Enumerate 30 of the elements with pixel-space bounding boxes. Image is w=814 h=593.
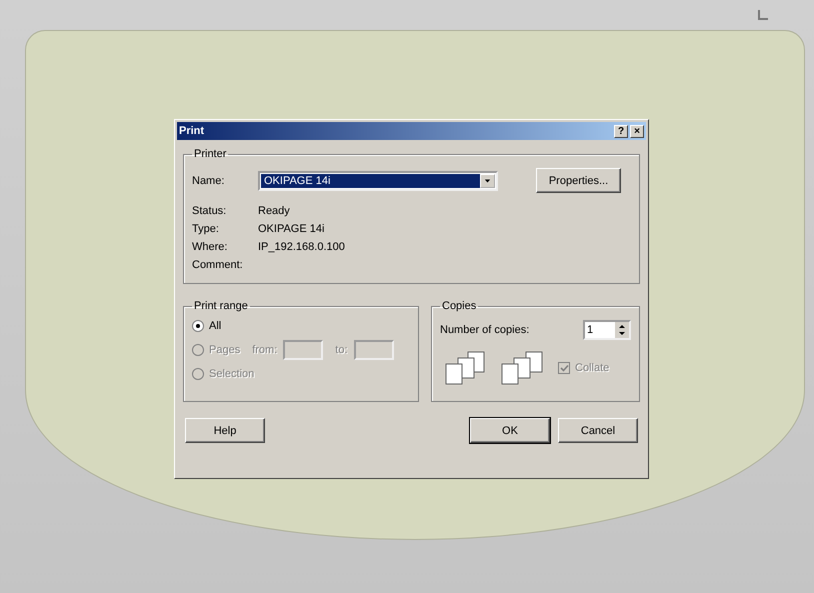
field-label: Number of copies: <box>440 324 530 336</box>
checkbox-label: Collate <box>575 362 610 374</box>
dialog-button[interactable]: Cancel <box>558 418 638 443</box>
dialog-button[interactable]: OK <box>470 418 550 443</box>
close-button[interactable]: × <box>630 124 644 138</box>
radio-button[interactable] <box>192 320 204 332</box>
dialog-button[interactable]: Help <box>185 418 265 443</box>
radio-label: All <box>209 320 222 332</box>
resize-grip-icon <box>758 10 768 20</box>
properties-button[interactable]: Properties... <box>536 168 621 193</box>
info-value: OKIPAGE 14i <box>258 223 326 235</box>
radio-label: Selection <box>209 368 254 380</box>
help-button[interactable]: ? <box>614 124 628 138</box>
info-label: Where: <box>192 241 228 253</box>
radio-label: Pages <box>209 344 240 356</box>
group-label: Printer <box>193 148 228 160</box>
group-label: Print range <box>193 300 249 312</box>
group-label: Copies <box>441 300 478 312</box>
info-label: Status: <box>192 205 228 217</box>
field-label: from: <box>252 344 278 356</box>
field-label: Name: <box>192 174 226 186</box>
info-label: Comment: <box>192 259 244 271</box>
field-label: to: <box>335 344 348 356</box>
info-value: Ready <box>258 205 291 217</box>
info-label: Type: <box>192 223 220 235</box>
window-title: Print <box>179 125 206 137</box>
printer-dropdown[interactable]: OKIPAGE 14i <box>258 170 498 190</box>
spin-arrows-icon <box>615 322 629 338</box>
copies-spinner[interactable]: 1 <box>583 320 631 340</box>
info-value: IP_192.168.0.100 <box>258 241 346 253</box>
